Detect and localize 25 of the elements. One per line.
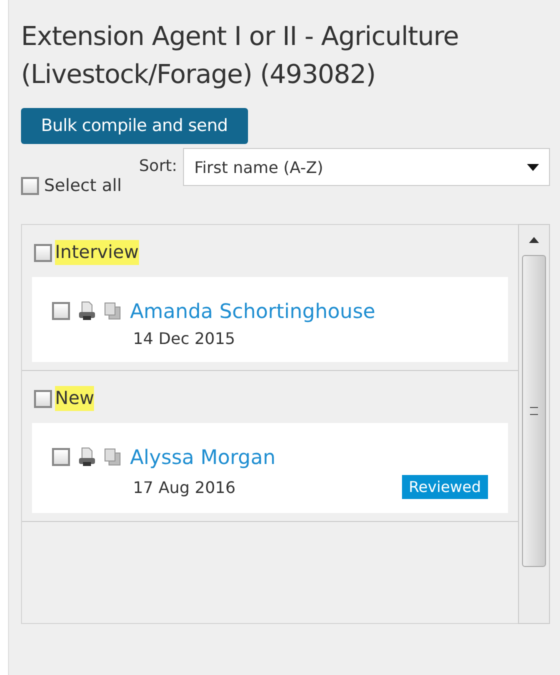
scroll-up-icon[interactable] xyxy=(529,237,539,243)
printer-icon[interactable] xyxy=(78,447,96,467)
scrollbar[interactable] xyxy=(518,224,550,624)
group-checkbox[interactable] xyxy=(34,390,52,408)
candidate-name-link[interactable]: Alyssa Morgan xyxy=(130,445,276,469)
status-badge: Reviewed xyxy=(402,475,488,499)
bulk-compile-button[interactable]: Bulk compile and send xyxy=(21,108,248,144)
sort-label: Sort: xyxy=(139,156,178,175)
copy-icon[interactable] xyxy=(104,302,122,320)
group-checkbox[interactable] xyxy=(34,244,52,262)
candidate-date: 14 Dec 2015 xyxy=(133,329,236,348)
candidate-checkbox[interactable] xyxy=(52,302,70,320)
group-label: New xyxy=(55,386,94,411)
sort-dropdown[interactable]: First name (A-Z) xyxy=(183,148,550,186)
candidate-date: 17 Aug 2016 xyxy=(133,478,236,496)
select-all-label: Select all xyxy=(44,176,122,196)
caret-icon xyxy=(527,164,539,170)
candidate-name-link[interactable]: Amanda Schortinghouse xyxy=(130,299,376,323)
job-title: Extension Agent I or II - Agriculture (Livestock/Forage) (493082) xyxy=(21,21,460,92)
select-all-checkbox[interactable] xyxy=(21,177,39,196)
printer-icon[interactable] xyxy=(78,301,96,321)
candidate-checkbox[interactable] xyxy=(52,448,70,466)
copy-icon[interactable] xyxy=(104,448,122,466)
scrollbar-thumb[interactable] xyxy=(522,255,546,567)
group-label: Interview xyxy=(55,240,139,265)
